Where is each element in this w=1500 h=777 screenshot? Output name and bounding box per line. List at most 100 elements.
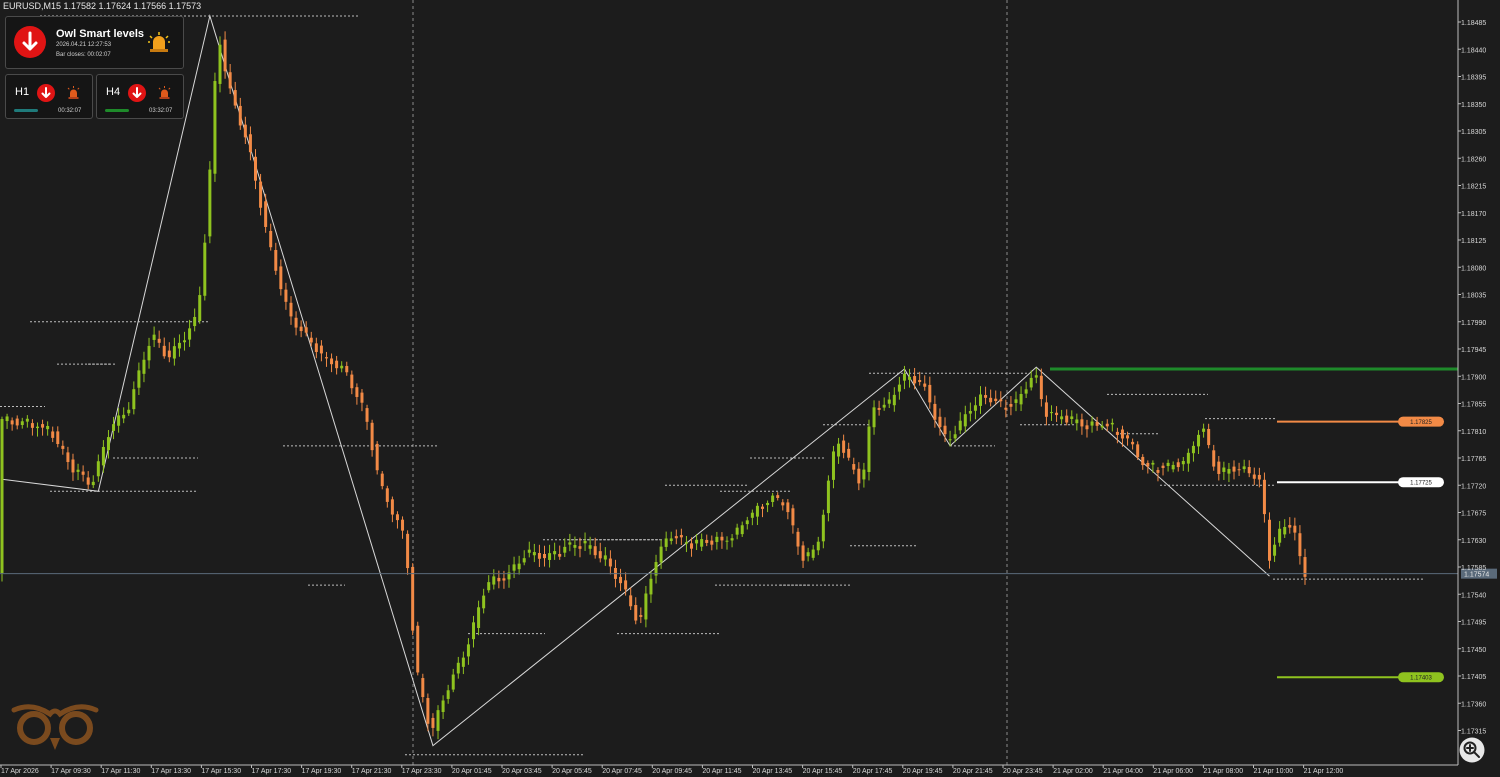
smart-level-label: 1.17403: [1410, 676, 1432, 682]
candle-body: [147, 345, 151, 361]
candle-body: [1288, 525, 1292, 528]
candle-body: [345, 366, 349, 373]
candle-body: [304, 327, 308, 333]
candle-body: [167, 350, 171, 358]
price-tick-label: 1.17900: [1461, 374, 1486, 381]
candle-body: [223, 39, 227, 72]
price-tick-label: 1.18305: [1461, 129, 1486, 136]
zoom-in-icon[interactable]: [1459, 737, 1485, 763]
candle-body: [1004, 407, 1008, 410]
candle-body: [608, 558, 612, 567]
price-tick-label: 1.17540: [1461, 592, 1486, 599]
candle-body: [284, 289, 288, 302]
candle-body: [1049, 412, 1053, 414]
candle-body: [248, 134, 252, 153]
candle-body: [761, 506, 764, 509]
siren-icon: [158, 86, 171, 99]
candle-body: [700, 539, 704, 547]
candle-body: [335, 360, 339, 369]
candle-body: [973, 405, 977, 411]
candle-body: [882, 404, 886, 408]
time-tick-label: 20 Apr 11:45: [702, 768, 741, 775]
candle-body: [1039, 375, 1043, 400]
candle-body: [360, 392, 364, 403]
candle-body: [1014, 399, 1018, 403]
time-tick-label: 20 Apr 19:45: [903, 768, 943, 775]
owl-smart-levels-panel[interactable]: Owl Smart levels 2026.04.21 12:27:53 Bar…: [5, 16, 184, 69]
arrow-down-icon: [14, 26, 46, 58]
candle-body: [664, 538, 668, 547]
candle-body: [1070, 416, 1074, 420]
candle-body: [548, 553, 552, 560]
candle-body: [786, 502, 790, 513]
time-tick-label: 17 Apr 19:30: [302, 768, 342, 775]
price-tick-label: 1.18035: [1461, 293, 1486, 300]
price-tick-label: 1.17945: [1461, 347, 1486, 354]
candle-body: [86, 477, 90, 485]
candle-body: [324, 357, 328, 359]
candle-body: [887, 399, 891, 404]
candle-body: [497, 577, 501, 582]
price-chart[interactable]: 1.175741.178251.177251.17403 1.184851.18…: [0, 0, 1500, 777]
candle-body: [10, 420, 14, 425]
candle-body: [76, 469, 80, 472]
candle-body: [1095, 421, 1099, 426]
time-tick-label: 20 Apr 05:45: [552, 768, 592, 775]
timeframe-panel-h4[interactable]: H4 03:32:07: [96, 74, 184, 119]
candle-body: [1293, 525, 1297, 533]
candle-body: [801, 545, 805, 561]
candle-body: [25, 418, 29, 422]
candle-body: [198, 295, 202, 322]
timeframe-panel-h1[interactable]: H1 00:32:07: [5, 74, 93, 119]
candle-body: [1090, 421, 1094, 426]
candle-body: [1181, 461, 1185, 465]
bar-closes-timer: Bar closes: 00:02:07: [56, 52, 111, 58]
candle-body: [472, 622, 476, 640]
candle-body: [461, 657, 465, 667]
candle-body: [1176, 462, 1180, 468]
candle-body: [1242, 466, 1246, 470]
time-tick-label: 21 Apr 10:00: [1254, 768, 1294, 775]
candle-body: [1262, 479, 1266, 515]
candle-body: [781, 502, 785, 506]
candle-body: [948, 439, 952, 441]
candle-body: [857, 468, 861, 484]
time-tick-label: 20 Apr 17:45: [853, 768, 893, 775]
candle-body: [502, 578, 506, 581]
symbol-info: EURUSD,M15 1.17582 1.17624 1.17566 1.175…: [3, 1, 202, 11]
siren-icon: [67, 86, 80, 99]
price-tick-label: 1.18215: [1461, 184, 1486, 191]
candle-body: [401, 519, 405, 531]
candle-body: [289, 302, 293, 317]
candle-body: [862, 469, 866, 480]
time-tick-label: 21 Apr 08:00: [1203, 768, 1243, 775]
price-tick-label: 1.18395: [1461, 75, 1486, 82]
candle-body: [177, 342, 181, 349]
candle-body: [1115, 431, 1119, 435]
candle-body: [811, 549, 815, 558]
candle-body: [1257, 474, 1261, 480]
candle-body: [5, 416, 9, 422]
candle-body: [867, 426, 871, 473]
candle-body: [918, 380, 922, 383]
price-tick-label: 1.17810: [1461, 429, 1486, 436]
price-axis: 1.18485 1.18440 1.18395 1.18350 1.18305 1.182…: [1457, 0, 1486, 765]
candle-body: [106, 437, 110, 451]
candle-body: [1191, 445, 1195, 454]
candle-body: [1080, 419, 1084, 427]
candle-body: [330, 358, 334, 365]
candle-body: [193, 316, 197, 327]
candle-body: [309, 337, 313, 343]
candle-body: [745, 520, 749, 525]
candle-body: [1126, 435, 1130, 439]
candle-body: [1019, 394, 1023, 405]
candle-body: [456, 662, 460, 674]
candle-body: [715, 536, 719, 543]
candle-body: [81, 471, 85, 475]
candle-body: [1298, 533, 1302, 557]
candle-body: [0, 419, 4, 574]
candle-body: [1161, 465, 1165, 469]
candle-body: [122, 414, 126, 419]
candle-body: [735, 527, 739, 535]
candle-body: [421, 678, 425, 698]
